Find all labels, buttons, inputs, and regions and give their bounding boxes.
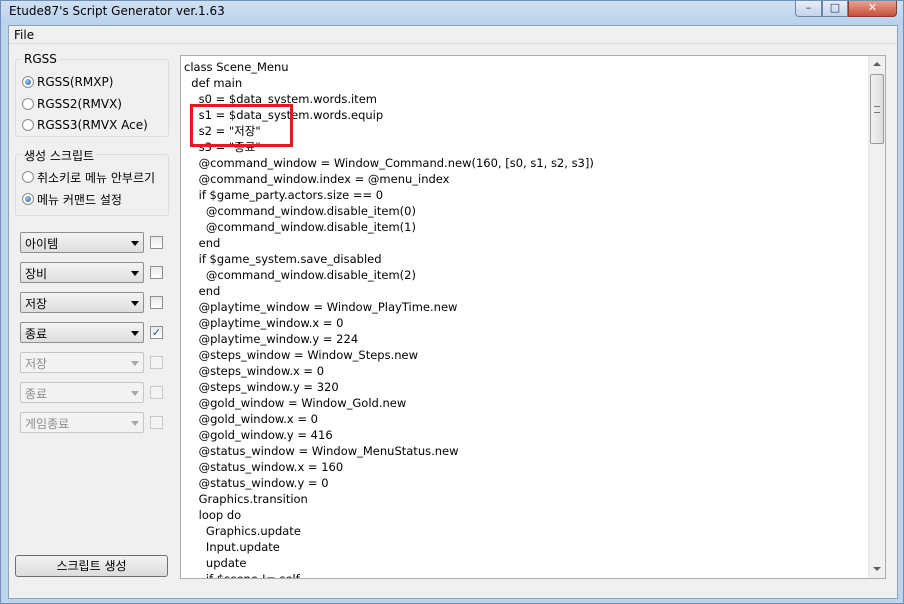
chevron-down-icon (131, 361, 139, 366)
code-line: @command_window.index = @menu_index (184, 172, 450, 186)
script-output[interactable]: class Scene_Menu def main s0 = $data_sys… (180, 55, 886, 579)
command-combo-1[interactable]: 아이템 (20, 232, 144, 253)
radio-menu-command-setting[interactable]: 메뉴 커맨드 설정 (22, 191, 122, 207)
code-line: @playtime_window.y = 224 (184, 332, 359, 346)
menu-file[interactable]: File (12, 28, 36, 42)
code-line: @steps_window.y = 320 (184, 380, 339, 394)
script-group-label: 생성 스크립트 (22, 147, 97, 164)
radio-disable-cancel-menu[interactable]: 취소키로 메뉴 안부르기 (22, 169, 155, 185)
code-line: Graphics.transition (184, 492, 308, 506)
close-button[interactable]: ✕ (848, 1, 897, 17)
menu-bar: File (9, 26, 897, 44)
highlight-box (190, 104, 293, 147)
combo-value: 아이템 (25, 237, 59, 251)
radio-button[interactable] (22, 76, 34, 88)
radio-button[interactable] (22, 171, 34, 183)
code-line: @playtime_window = Window_PlayTime.new (184, 300, 458, 314)
code-line: @gold_window = Window_Gold.new (184, 396, 407, 410)
code-line: class Scene_Menu (184, 60, 289, 74)
app-window: Etude87's Script Generator ver.1.63 – □ … (0, 0, 904, 604)
rgss-group-label: RGSS (22, 52, 59, 66)
command-checkbox-4[interactable]: ✓ (150, 326, 163, 339)
command-checkbox-7 (150, 416, 163, 429)
radio-rgss3-rmvx-ace[interactable]: RGSS3(RMVX Ace) (22, 117, 148, 133)
command-checkbox-5 (150, 356, 163, 369)
command-combo-7: 게임종료 (20, 412, 144, 433)
code-line: @playtime_window.x = 0 (184, 316, 344, 330)
radio-label: 취소키로 메뉴 안부르기 (37, 170, 156, 185)
minimize-button[interactable]: – (795, 1, 822, 17)
code-line: loop do (184, 508, 242, 522)
code-line: update (184, 556, 247, 570)
code-line: Input.update (184, 540, 280, 554)
scroll-down-arrow-icon[interactable] (869, 561, 885, 578)
chevron-down-icon (131, 241, 139, 246)
radio-label: RGSS2(RMVX) (37, 97, 122, 111)
scroll-up-arrow-icon[interactable] (869, 56, 885, 73)
generate-script-button[interactable]: 스크립트 생성 (15, 555, 168, 577)
radio-rgss2-rmvx[interactable]: RGSS2(RMVX) (22, 96, 122, 112)
command-combo-2[interactable]: 장비 (20, 262, 144, 283)
code-line: end (184, 284, 221, 298)
command-combo-3[interactable]: 저장 (20, 292, 144, 313)
command-combo-6: 종료 (20, 382, 144, 403)
vertical-scrollbar[interactable] (868, 56, 885, 578)
code-line: @command_window = Window_Command.new(160… (184, 156, 594, 170)
radio-button[interactable] (22, 98, 34, 110)
window-title: Etude87's Script Generator ver.1.63 (9, 4, 225, 18)
combo-value: 종료 (25, 387, 48, 401)
script-group: 생성 스크립트 취소키로 메뉴 안부르기 메뉴 커맨드 설정 (15, 147, 169, 216)
chevron-down-icon (131, 421, 139, 426)
code-line: Graphics.update (184, 524, 301, 538)
combo-value: 저장 (25, 357, 48, 371)
command-combo-4[interactable]: 종료 (20, 322, 144, 343)
code-line: def main (184, 76, 243, 90)
code-line: @command_window.disable_item(1) (184, 220, 416, 234)
code-line: @status_window.y = 0 (184, 476, 329, 490)
combo-value: 저장 (25, 297, 48, 311)
code-line: if $game_system.save_disabled (184, 252, 382, 266)
command-checkbox-3[interactable] (150, 296, 163, 309)
chevron-down-icon (131, 301, 139, 306)
command-checkbox-1[interactable] (150, 236, 163, 249)
code-line: @steps_window.x = 0 (184, 364, 325, 378)
chevron-down-icon (131, 391, 139, 396)
code-line: @status_window.x = 160 (184, 460, 344, 474)
checkmark-icon: ✓ (151, 326, 162, 339)
code-line: if $scene != self (184, 572, 300, 579)
radio-button[interactable] (22, 193, 34, 205)
radio-label: RGSS3(RMVX Ace) (37, 118, 148, 132)
radio-label: 메뉴 커맨드 설정 (37, 192, 122, 207)
code-line: @gold_window.x = 0 (184, 412, 319, 426)
combo-value: 게임종료 (25, 417, 70, 431)
code-line: @status_window = Window_MenuStatus.new (184, 444, 459, 458)
scrollbar-thumb[interactable] (870, 74, 884, 144)
command-checkbox-2[interactable] (150, 266, 163, 279)
code-line: if $game_party.actors.size == 0 (184, 188, 384, 202)
command-combo-5: 저장 (20, 352, 144, 373)
code-line: end (184, 236, 221, 250)
maximize-button[interactable]: □ (822, 1, 848, 17)
title-bar[interactable]: Etude87's Script Generator ver.1.63 – □ … (1, 1, 903, 25)
radio-label: RGSS(RMXP) (37, 75, 114, 89)
code-line: @command_window.disable_item(0) (184, 204, 416, 218)
radio-button[interactable] (22, 119, 34, 131)
rgss-group: RGSS RGSS(RMXP) RGSS2(RMVX) RGSS3(RMVX A… (15, 52, 169, 137)
chevron-down-icon (131, 331, 139, 336)
client-area: File RGSS RGSS(RMXP) RGSS2(RMVX) RGSS3(R… (8, 25, 898, 599)
combo-value: 종료 (25, 327, 48, 341)
command-checkbox-6 (150, 386, 163, 399)
chevron-down-icon (131, 271, 139, 276)
radio-rgss-rmxp[interactable]: RGSS(RMXP) (22, 74, 113, 90)
code-line: @gold_window.y = 416 (184, 428, 333, 442)
code-line: @steps_window = Window_Steps.new (184, 348, 419, 362)
combo-value: 장비 (25, 267, 48, 281)
code-line: @command_window.disable_item(2) (184, 268, 416, 282)
